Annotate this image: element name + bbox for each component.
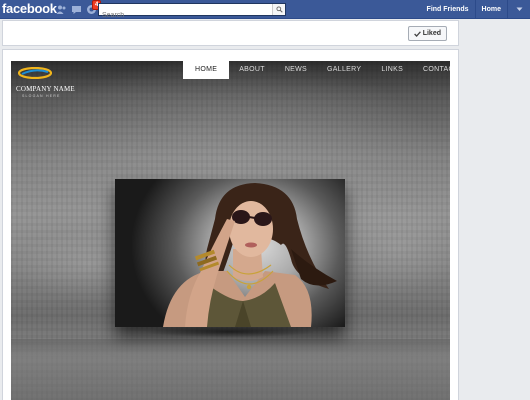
- facebook-top-bar: facebook 4 Find Friends Home: [0, 0, 530, 21]
- site-nav-contact[interactable]: CONTACT: [413, 61, 450, 79]
- floor-texture: [11, 339, 450, 400]
- search-button[interactable]: [272, 4, 285, 15]
- site-nav-home[interactable]: HOME: [183, 61, 230, 79]
- facebook-logo[interactable]: facebook: [2, 1, 57, 16]
- company-name: COMPANY NAME: [16, 85, 75, 93]
- site-nav-gallery[interactable]: GALLERY: [317, 61, 371, 79]
- right-sidebar: [461, 19, 530, 400]
- woman-sunglasses-illustration: [163, 183, 337, 327]
- notifications-icon[interactable]: 4: [86, 0, 102, 15]
- site-nav-about[interactable]: ABOUT: [229, 61, 275, 79]
- photo-shadow: [109, 327, 351, 343]
- site-nav-news[interactable]: NEWS: [275, 61, 317, 79]
- app-frame: COMPANY NAME SLOGAN HERE HOME ABOUT NEWS…: [2, 49, 459, 400]
- checkmark-icon: [413, 30, 421, 37]
- find-friends-link[interactable]: Find Friends: [421, 0, 476, 19]
- search-icon: [275, 6, 283, 13]
- company-logo-icon: [17, 66, 53, 80]
- account-menu-button[interactable]: [508, 0, 530, 19]
- messages-icon[interactable]: [71, 3, 82, 15]
- liked-button[interactable]: Liked: [407, 26, 447, 41]
- home-link[interactable]: Home: [476, 0, 508, 19]
- site-navigation: HOME ABOUT NEWS GALLERY LINKS CONTACT: [183, 61, 450, 79]
- site-nav-links[interactable]: LINKS: [371, 61, 413, 79]
- company-brand[interactable]: COMPANY NAME SLOGAN HERE: [16, 66, 86, 98]
- top-right-nav: Find Friends Home: [421, 0, 530, 19]
- featured-photo[interactable]: [115, 179, 345, 327]
- chevron-down-icon: [516, 7, 522, 11]
- embedded-website: COMPANY NAME SLOGAN HERE HOME ABOUT NEWS…: [11, 61, 450, 400]
- company-tagline: SLOGAN HERE: [22, 94, 61, 98]
- page-header-bar: Liked: [2, 20, 459, 46]
- jewel-icons: 4: [56, 0, 102, 15]
- search-box: [98, 3, 286, 21]
- friend-requests-icon[interactable]: [56, 3, 67, 15]
- liked-label: Liked: [422, 30, 441, 37]
